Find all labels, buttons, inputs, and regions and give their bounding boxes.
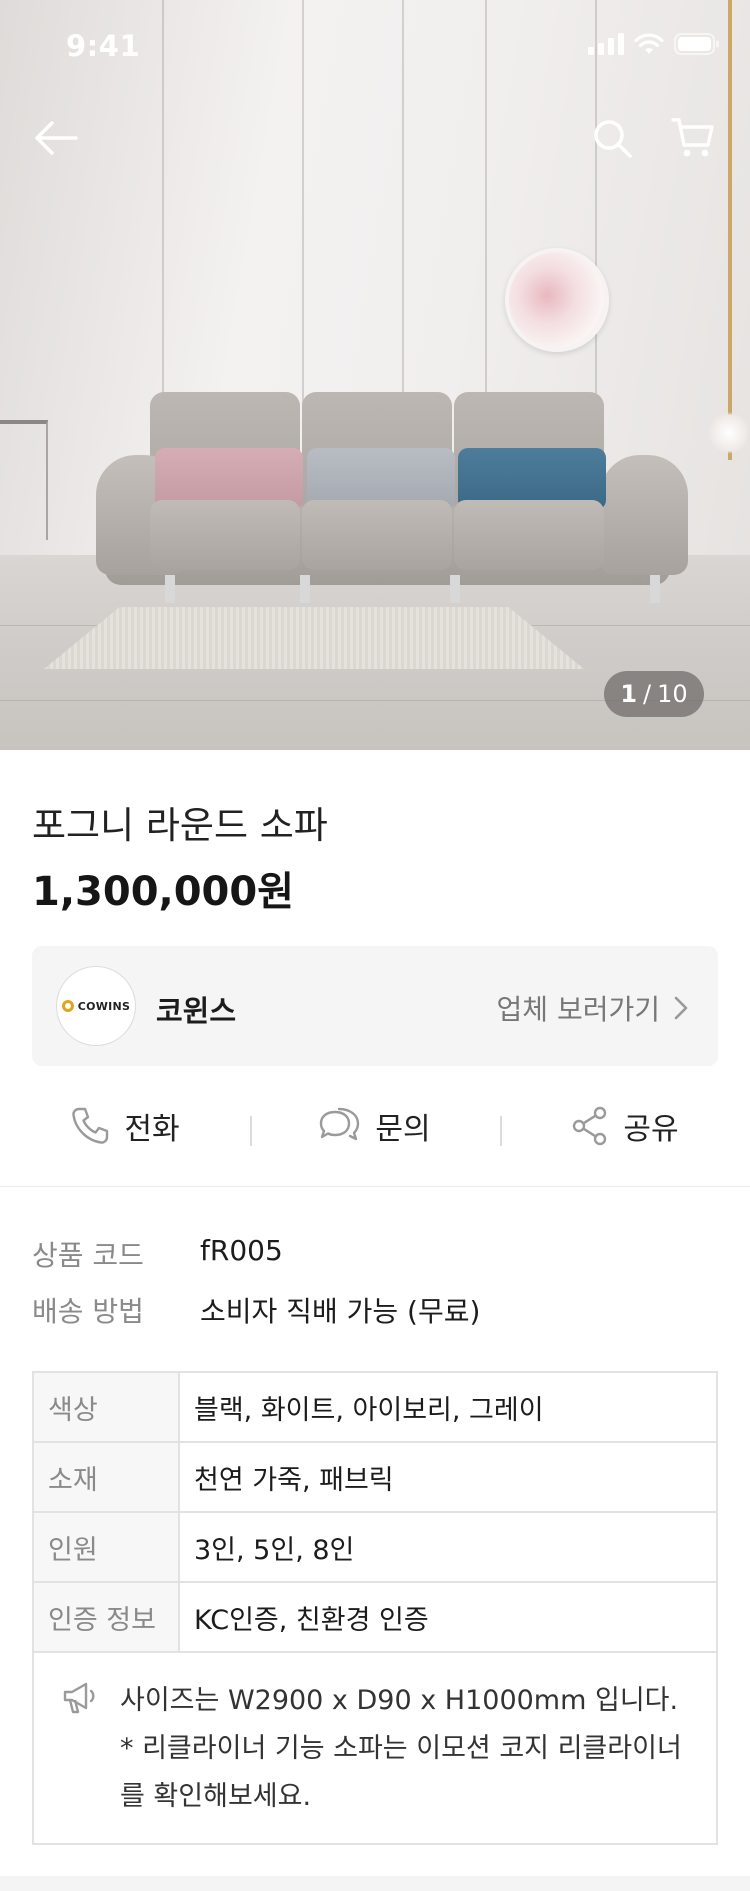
product-detail-table: 색상 블랙, 화이트, 아이보리, 그레이 소재 천연 가죽, 패브릭 인원 3… bbox=[32, 1371, 718, 1845]
table-row: 색상 블랙, 화이트, 아이보리, 그레이 bbox=[34, 1373, 716, 1443]
sofa-leg bbox=[650, 575, 660, 603]
megaphone-icon bbox=[63, 1682, 95, 1714]
brand-logo-mark bbox=[61, 1000, 74, 1012]
sofa-leg bbox=[165, 575, 175, 603]
share-icon bbox=[573, 1106, 607, 1146]
inquiry-label: 문의 bbox=[375, 1112, 431, 1147]
spec-key: 상품 코드 bbox=[32, 1239, 144, 1272]
inquiry-button[interactable]: 문의 bbox=[250, 1104, 500, 1148]
size-notice: 사이즈는 W2900 x D90 x H1000mm 입니다. * 리클라이너 … bbox=[34, 1653, 716, 1843]
table-row: 인증 정보 KC인증, 친환경 인증 bbox=[34, 1583, 716, 1653]
spec-value: fR005 bbox=[200, 1234, 283, 1267]
table-header-cell: 인원 bbox=[34, 1513, 180, 1581]
image-counter-total: 10 bbox=[657, 680, 688, 708]
bottom-section-gap bbox=[0, 1876, 750, 1891]
notice-line: * 리클라이너 기능 소파는 이모션 코지 리클라이너 bbox=[120, 1733, 682, 1764]
back-button[interactable] bbox=[28, 110, 84, 166]
rug bbox=[44, 607, 584, 669]
brand-logo: COWINS bbox=[56, 966, 136, 1046]
product-price: 1,300,000원 bbox=[32, 869, 295, 915]
call-label: 전화 bbox=[124, 1112, 180, 1147]
status-bar: 9:41 bbox=[0, 0, 750, 88]
phone-icon bbox=[72, 1107, 109, 1144]
spec-row-delivery: 배송 방법 소비자 직배 가능 (무료) bbox=[32, 1290, 480, 1330]
product-title: 포그니 라운드 소파 bbox=[32, 804, 328, 847]
view-brand-link[interactable]: 업체 보러가기 bbox=[497, 988, 688, 1028]
table-value-cell: KC인증, 친환경 인증 bbox=[194, 1604, 429, 1636]
image-counter: 1 / 10 bbox=[604, 671, 704, 717]
notice-line: 를 확인해보세요. bbox=[120, 1781, 312, 1812]
spec-value: 소비자 직배 가능 (무료) bbox=[200, 1295, 481, 1328]
view-brand-label: 업체 보러가기 bbox=[496, 993, 660, 1026]
spec-key: 배송 방법 bbox=[32, 1295, 144, 1328]
share-button[interactable]: 공유 bbox=[500, 1104, 750, 1148]
call-button[interactable]: 전화 bbox=[0, 1104, 250, 1148]
cart-icon bbox=[671, 118, 714, 157]
search-icon bbox=[594, 120, 632, 158]
notice-line: 사이즈는 W2900 x D90 x H1000mm 입니다. bbox=[120, 1685, 679, 1716]
image-counter-separator: / bbox=[643, 680, 652, 708]
table-value-cell: 3인, 5인, 8인 bbox=[194, 1534, 355, 1566]
wall-art bbox=[505, 248, 609, 352]
sofa-seat-cushion bbox=[454, 500, 604, 570]
sofa-leg bbox=[450, 575, 460, 603]
chevron-right-icon bbox=[674, 996, 688, 1020]
sofa-arm bbox=[600, 455, 688, 575]
signal-icon bbox=[588, 33, 624, 55]
table-value-cell: 천연 가죽, 패브릭 bbox=[194, 1464, 394, 1496]
section-divider bbox=[0, 1186, 750, 1187]
table-row: 소재 천연 가죽, 패브릭 bbox=[34, 1443, 716, 1513]
table-header-cell: 색상 bbox=[34, 1373, 180, 1441]
sofa-leg bbox=[300, 575, 310, 603]
side-table bbox=[0, 420, 48, 540]
table-value-cell: 블랙, 화이트, 아이보리, 그레이 bbox=[194, 1394, 544, 1426]
action-bar: 전화 문의 공유 bbox=[0, 1095, 750, 1157]
status-time: 9:41 bbox=[66, 29, 141, 63]
image-counter-current: 1 bbox=[620, 680, 638, 708]
flower-decor bbox=[708, 412, 750, 454]
sofa-seat-cushion bbox=[302, 500, 452, 570]
sofa-seat-cushion bbox=[150, 500, 300, 570]
cart-button[interactable] bbox=[665, 110, 721, 166]
share-label: 공유 bbox=[623, 1112, 679, 1147]
brand-name: 코윈스 bbox=[156, 994, 237, 1028]
battery-icon bbox=[674, 33, 719, 55]
arrow-left-icon bbox=[35, 121, 78, 155]
spec-row-product-code: 상품 코드 fR005 bbox=[32, 1234, 283, 1274]
brand-logo-text: COWINS bbox=[77, 999, 131, 1013]
wifi-icon bbox=[634, 33, 664, 54]
status-icons bbox=[588, 33, 720, 55]
search-button[interactable] bbox=[584, 110, 640, 166]
table-header-cell: 소재 bbox=[34, 1443, 180, 1511]
product-image-carousel[interactable]: 9:41 1 / 10 bbox=[0, 0, 750, 750]
brand-card[interactable]: COWINS 코윈스 업체 보러가기 bbox=[32, 946, 718, 1066]
table-header-cell: 인증 정보 bbox=[34, 1583, 180, 1651]
chat-icon bbox=[320, 1107, 360, 1141]
table-row: 인원 3인, 5인, 8인 bbox=[34, 1513, 716, 1583]
